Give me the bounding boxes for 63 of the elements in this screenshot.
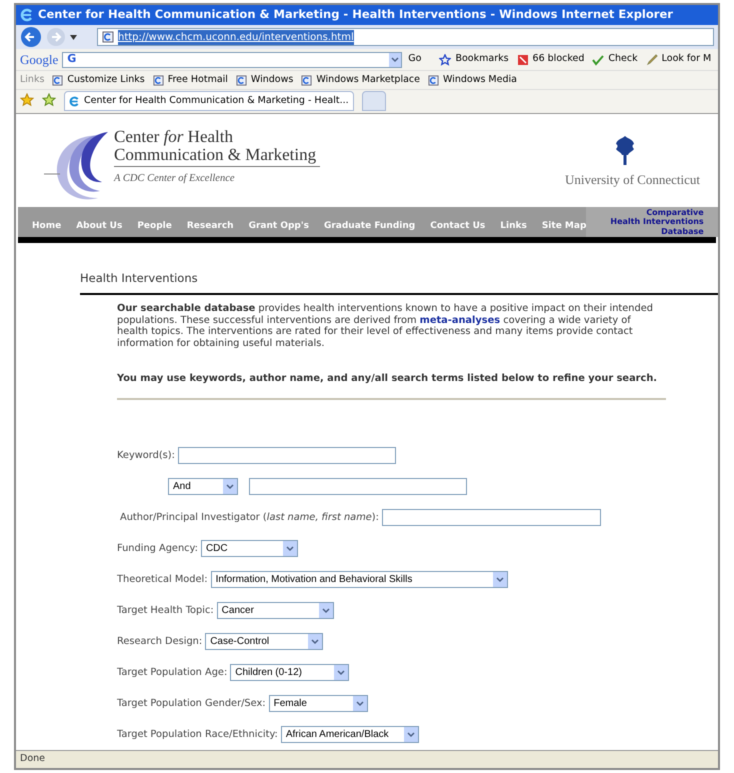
- new-tab-button[interactable]: [362, 91, 386, 111]
- field-label: Research Design:: [117, 636, 202, 647]
- dropdown[interactable]: Children (0-12): [230, 664, 350, 681]
- field-label: Target Population Gender/Sex:: [117, 698, 266, 709]
- back-icon[interactable]: [20, 26, 42, 48]
- page-icon: [102, 31, 114, 43]
- instruction-text: You may use keywords, author name, and any/all search terms listed below to refine your search.: [117, 373, 658, 385]
- field-label: Keyword(s):: [117, 450, 175, 461]
- star-icon: [439, 54, 452, 66]
- logo-text: Center for Health: [114, 128, 234, 146]
- toolbar-button[interactable]: Check: [592, 52, 638, 67]
- tab[interactable]: Center for Health Communication & Marketing - Healt...: [64, 91, 354, 111]
- field-label: Author/Principal Investigator (last name, first name):: [120, 512, 379, 523]
- intro-paragraph: Our searchable database provides health interventions known to have a positive impact on their intended populations. These successful interventions are derived from meta-analyses covering a wide variety of health topics. The interventions are rated for their level of effectiveness and many items provide contact information for obtaining useful materials.: [117, 303, 654, 350]
- dropdown[interactable]: African American/Black: [280, 726, 419, 743]
- google-logo: Google: [20, 50, 58, 69]
- text-input[interactable]: [249, 478, 467, 495]
- browser-icon: [20, 8, 34, 22]
- page-icon: [152, 74, 164, 86]
- database-link[interactable]: Comparative Health Interventions Database: [586, 207, 718, 237]
- dropdown[interactable]: Information, Motivation and Behavioral Skills: [210, 570, 508, 588]
- go-button[interactable]: Go: [406, 52, 424, 67]
- university-name: University of Connecticut: [564, 171, 700, 189]
- toolbar-button[interactable]: Bookmarks: [439, 52, 509, 67]
- dropdown-arrow-icon[interactable]: [70, 34, 77, 40]
- text-input[interactable]: [178, 446, 396, 464]
- page-icon: [301, 74, 312, 86]
- spellcheck-icon: [592, 54, 604, 66]
- toolbar-button[interactable]: 66 blocked: [516, 52, 584, 67]
- address-field[interactable]: http://www.chcm.uconn.edu/interventions.html: [97, 28, 714, 46]
- links-label: Links: [20, 72, 44, 87]
- text-input[interactable]: [382, 508, 601, 526]
- pencil-icon: [646, 54, 658, 66]
- window-title: Center for Health Communication & Marketing - Health Interventions - Windows Internet Explorer: [38, 6, 673, 24]
- field-label: Target Population Race/Ethnicity:: [117, 728, 278, 740]
- page-icon: [52, 74, 64, 86]
- add-star-icon[interactable]: [42, 93, 56, 107]
- star-icon[interactable]: [20, 93, 34, 107]
- link-bar-item[interactable]: Windows: [236, 72, 294, 88]
- tagline: A CDC Center of Excellence: [114, 172, 236, 186]
- dropdown[interactable]: And: [168, 478, 238, 495]
- link-bar-item[interactable]: Customize Links: [52, 72, 145, 88]
- status-text: Done: [20, 752, 45, 766]
- browser-icon: [69, 96, 80, 106]
- link-bar-item[interactable]: Windows Marketplace: [301, 72, 420, 88]
- page-icon: [236, 74, 247, 86]
- dropdown[interactable]: Female: [268, 694, 368, 712]
- logo-text: Communication & Marketing: [114, 146, 316, 164]
- link-bar-item[interactable]: Free Hotmail: [152, 72, 228, 88]
- dropdown[interactable]: Case-Control: [205, 632, 324, 650]
- field-label: Target Health Topic:: [117, 604, 214, 616]
- field-label: Target Population Age:: [117, 666, 228, 678]
- blocker-icon: [516, 54, 529, 66]
- section-heading: Health Interventions: [80, 270, 718, 296]
- field-label: Theoretical Model:: [117, 574, 208, 585]
- link-bar-item[interactable]: Windows Media: [428, 72, 517, 88]
- page-icon: [428, 74, 439, 86]
- field-label: Funding Agency:: [117, 542, 198, 554]
- dropdown[interactable]: CDC: [200, 540, 298, 557]
- search-field[interactable]: G: [62, 52, 402, 68]
- toolbar-button[interactable]: Look for M: [646, 52, 712, 67]
- text-link[interactable]: meta-analyses: [420, 314, 500, 326]
- dropdown[interactable]: Cancer: [216, 602, 334, 619]
